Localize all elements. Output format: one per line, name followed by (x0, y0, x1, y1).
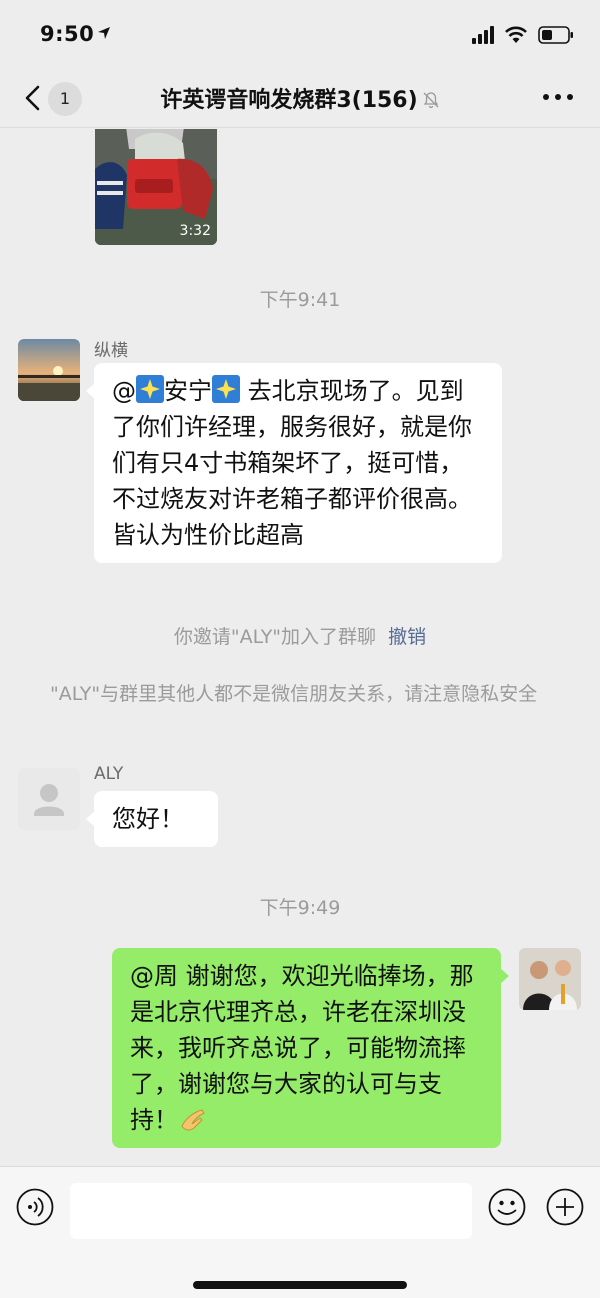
timestamp: 下午9:49 (259, 897, 341, 919)
location-arrow-icon (98, 27, 110, 39)
video-duration: 3:32 (179, 223, 211, 239)
revoke-link[interactable]: 撤销 (388, 626, 426, 648)
plus-more-button[interactable] (546, 1188, 584, 1226)
sparkle-star-icon (136, 375, 164, 403)
message-bubble-outgoing[interactable]: @周 谢谢您，欢迎光临捧场，那是北京代理齐总，许老在深圳没来，我听齐总说了，可能… (112, 948, 509, 1148)
sender-name: 纵横 (94, 341, 128, 361)
sparkle-star-icon (212, 375, 240, 403)
cellular-signal-icon (472, 26, 494, 44)
home-indicator (193, 1281, 407, 1289)
avatar-sunset-image (18, 339, 80, 401)
group-name: 许英谔音响发烧群3(156) (160, 88, 418, 113)
default-user-icon (34, 784, 64, 816)
system-message-privacy: "ALY"与群里其他人都不是微信朋友关系，请注意隐私安全 (50, 683, 538, 705)
avatar[interactable] (18, 339, 80, 401)
mention-prefix: @ (112, 377, 136, 405)
status-time: 9:50 (40, 22, 95, 46)
mention-name: 安宁 (164, 377, 212, 405)
timestamp: 下午9:41 (259, 289, 341, 311)
clapping-hands-icon (181, 1109, 205, 1131)
message-bubble[interactable]: @ 安宁 去北京现场了。见到了你们许经理，服务很好，就是你们有只4寸书箱架坏了，挺… (86, 363, 502, 563)
avatar-default[interactable] (18, 768, 80, 830)
wifi-icon (505, 26, 527, 43)
message-input[interactable] (70, 1183, 472, 1239)
system-message-invite: 你邀请"ALY"加入了群聊 撤销 (0, 623, 600, 651)
emoji-button[interactable] (488, 1188, 526, 1226)
message-list[interactable]: 3:32 下午9:41 纵横 @ 安宁 去北京现场了。见到了你们许经理，服务很好，… (0, 129, 600, 1165)
avatar-photo-image (519, 948, 581, 1010)
mute-bell-icon (423, 92, 439, 109)
status-bar: 9:50 (0, 0, 600, 68)
battery-icon (538, 26, 573, 44)
sender-name: ALY (94, 764, 124, 784)
page-title: 许英谔音响发烧群3(156) (0, 82, 600, 114)
chat-header: 1 许英谔音响发烧群3(156) (0, 68, 600, 128)
voice-input-button[interactable] (16, 1188, 54, 1226)
invite-text: 你邀请"ALY"加入了群聊 (173, 626, 377, 648)
message-bubble[interactable]: 您好！ (86, 791, 218, 847)
avatar-self[interactable] (519, 948, 581, 1010)
more-options-button[interactable] (538, 82, 578, 112)
video-message-thumbnail[interactable]: 3:32 (95, 129, 217, 245)
input-bar (0, 1166, 600, 1298)
